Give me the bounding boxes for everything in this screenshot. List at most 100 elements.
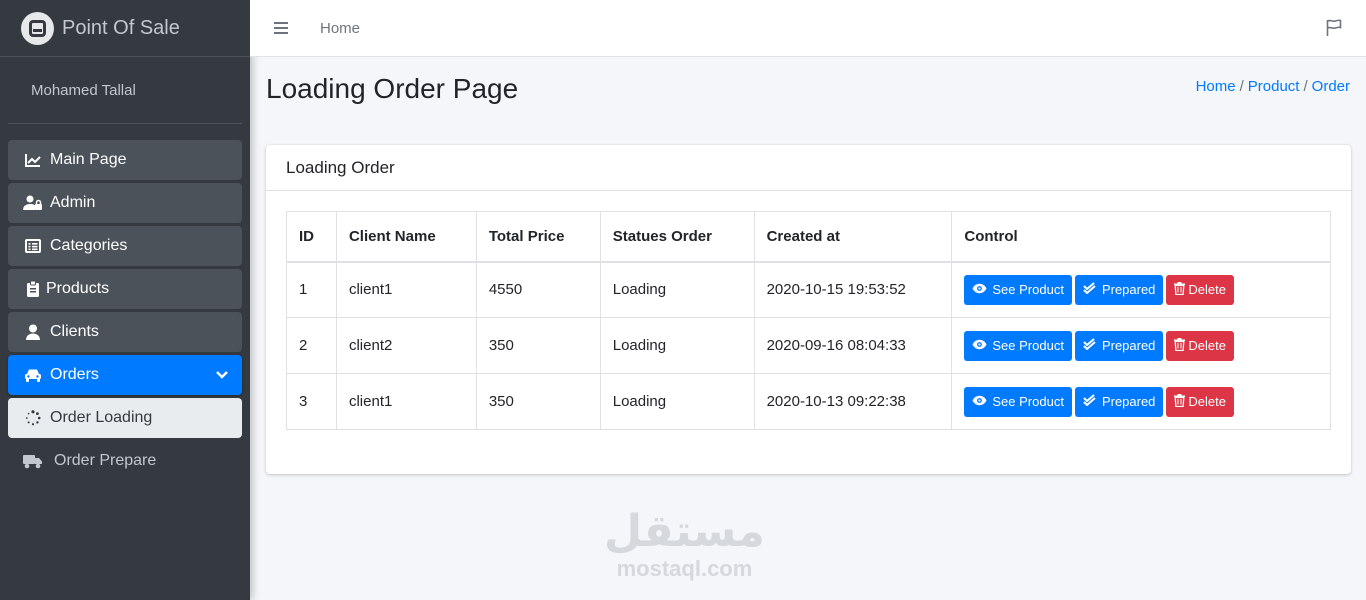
sidebar-item-main-page[interactable]: Main Page [8,140,242,180]
breadcrumb-home[interactable]: Home [1196,78,1236,95]
navbar-home-link[interactable]: Home [320,20,360,37]
sidebar-item-label: Categories [50,237,128,254]
delete-label: Delete [1188,338,1226,353]
sidebar-item-label: Orders [50,366,99,383]
top-navbar: Home [250,0,1366,57]
user-lock-icon [23,195,43,211]
clipboard-icon [23,281,43,297]
sidebar-item-products[interactable]: Products [8,269,242,309]
cell-total-price: 4550 [475,261,601,318]
eye-icon [972,395,987,409]
trash-icon [1174,281,1186,298]
sidebar-item-orders[interactable]: Orders [8,355,242,395]
sidebar-subitem-order-prepare[interactable]: Order Prepare [8,441,242,481]
cell-created-at: 2020-09-16 08:04:33 [753,317,953,374]
cell-total-price: 350 [475,317,601,374]
breadcrumb: Home / Product / Order [1196,78,1350,95]
check-double-icon [1083,282,1097,297]
prepared-button[interactable]: Prepared [1074,330,1164,361]
sidebar-item-clients[interactable]: Clients [8,312,242,352]
watermark-latin: mostaql.com [616,556,753,581]
cell-id: 1 [286,261,337,318]
cell-total-price: 350 [475,373,601,430]
user-name[interactable]: Mohamed Tallal [31,82,136,99]
sidebar-item-label: Products [46,280,110,297]
cell-client-name: client2 [335,317,477,374]
eye-icon [972,339,987,353]
watermark: مستقل mostaql.com [604,510,765,582]
table-row: 2 client2 350 Loading 2020-09-16 08:04:3… [286,317,1331,374]
sidebar-item-label: Main Page [50,151,127,168]
cell-created-at: 2020-10-13 09:22:38 [753,373,953,430]
see-product-button[interactable]: See Product [964,386,1072,417]
orders-table-wrap: ID Client Name Total Price Statues Order… [286,211,1331,430]
prepared-label: Prepared [1101,394,1156,409]
see-product-label: See Product [992,338,1064,353]
page-title: Loading Order Page [266,73,519,104]
check-double-icon [1083,394,1097,409]
sidebar: Point Of Sale Mohamed Tallal Main Page A… [0,0,250,600]
see-product-label: See Product [992,394,1064,409]
card-title: Loading Order [266,145,1351,191]
cell-status: Loading [599,373,755,430]
cell-id: 2 [286,317,337,374]
column-header-control: Control [951,211,1331,263]
truck-icon [23,454,43,469]
column-header-id: ID [286,211,337,263]
delete-button[interactable]: Delete [1166,330,1234,361]
main-content: Loading Order Page Home / Product / Order Lo… [250,57,1366,600]
cell-client-name: client1 [335,373,477,430]
trash-icon [1174,337,1186,354]
sidebar-item-label: Admin [50,194,96,211]
cell-control: See Product Prepared Delete [951,261,1331,318]
sidebar-subitem-label: Order Prepare [54,452,157,469]
prepared-label: Prepared [1101,282,1156,298]
sidebar-nav: Main Page Admin Categories Products Clie… [0,124,250,481]
cell-created-at: 2020-10-15 19:53:52 [753,261,953,318]
prepared-label: Prepared [1101,338,1156,353]
cell-status: Loading [599,317,755,374]
breadcrumb-separator: / [1239,78,1244,95]
watermark-arabic: مستقل [604,506,765,557]
delete-button[interactable]: Delete [1166,386,1234,417]
cell-client-name: client1 [335,261,477,318]
user-icon [23,324,43,340]
chart-line-icon [23,153,43,167]
delete-label: Delete [1188,394,1226,409]
cell-control: See Product Prepared Delete [951,317,1331,374]
spinner-icon [23,410,43,426]
prepared-button[interactable]: Prepared [1074,386,1164,417]
see-product-button[interactable]: See Product [964,274,1072,305]
user-panel: Mohamed Tallal [8,57,242,124]
column-header-total-price: Total Price [475,211,601,263]
cell-status: Loading [599,261,755,318]
table-row: 1 client1 4550 Loading 2020-10-15 19:53:… [286,261,1331,318]
column-header-client-name: Client Name [335,211,477,263]
trash-icon [1174,393,1186,410]
list-alt-icon [23,239,43,253]
sidebar-item-categories[interactable]: Categories [8,226,242,266]
delete-label: Delete [1188,282,1226,298]
prepared-button[interactable]: Prepared [1074,274,1164,305]
column-header-status: Statues Order [599,211,755,263]
table-row: 3 client1 350 Loading 2020-10-13 09:22:3… [286,373,1331,430]
menu-toggle-icon[interactable] [274,22,288,34]
car-icon [23,368,43,382]
breadcrumb-order[interactable]: Order [1312,78,1350,95]
breadcrumb-product[interactable]: Product [1248,78,1300,95]
brand-link[interactable]: Point Of Sale [0,0,250,57]
cell-control: See Product Prepared Delete [951,373,1331,430]
flag-icon[interactable] [1326,19,1342,37]
column-header-created-at: Created at [753,211,953,263]
brand-title: Point Of Sale [62,16,180,39]
loading-order-card: Loading Order ID Client Name Total Price… [266,145,1351,474]
chevron-down-icon[interactable] [216,367,228,385]
cell-id: 3 [286,373,337,430]
sidebar-item-admin[interactable]: Admin [8,183,242,223]
delete-button[interactable]: Delete [1166,274,1234,305]
see-product-button[interactable]: See Product [964,330,1072,361]
breadcrumb-separator: / [1303,78,1308,95]
orders-table: ID Client Name Total Price Statues Order… [286,211,1331,430]
sidebar-item-label: Clients [50,323,99,340]
sidebar-subitem-order-loading[interactable]: Order Loading [8,398,242,438]
